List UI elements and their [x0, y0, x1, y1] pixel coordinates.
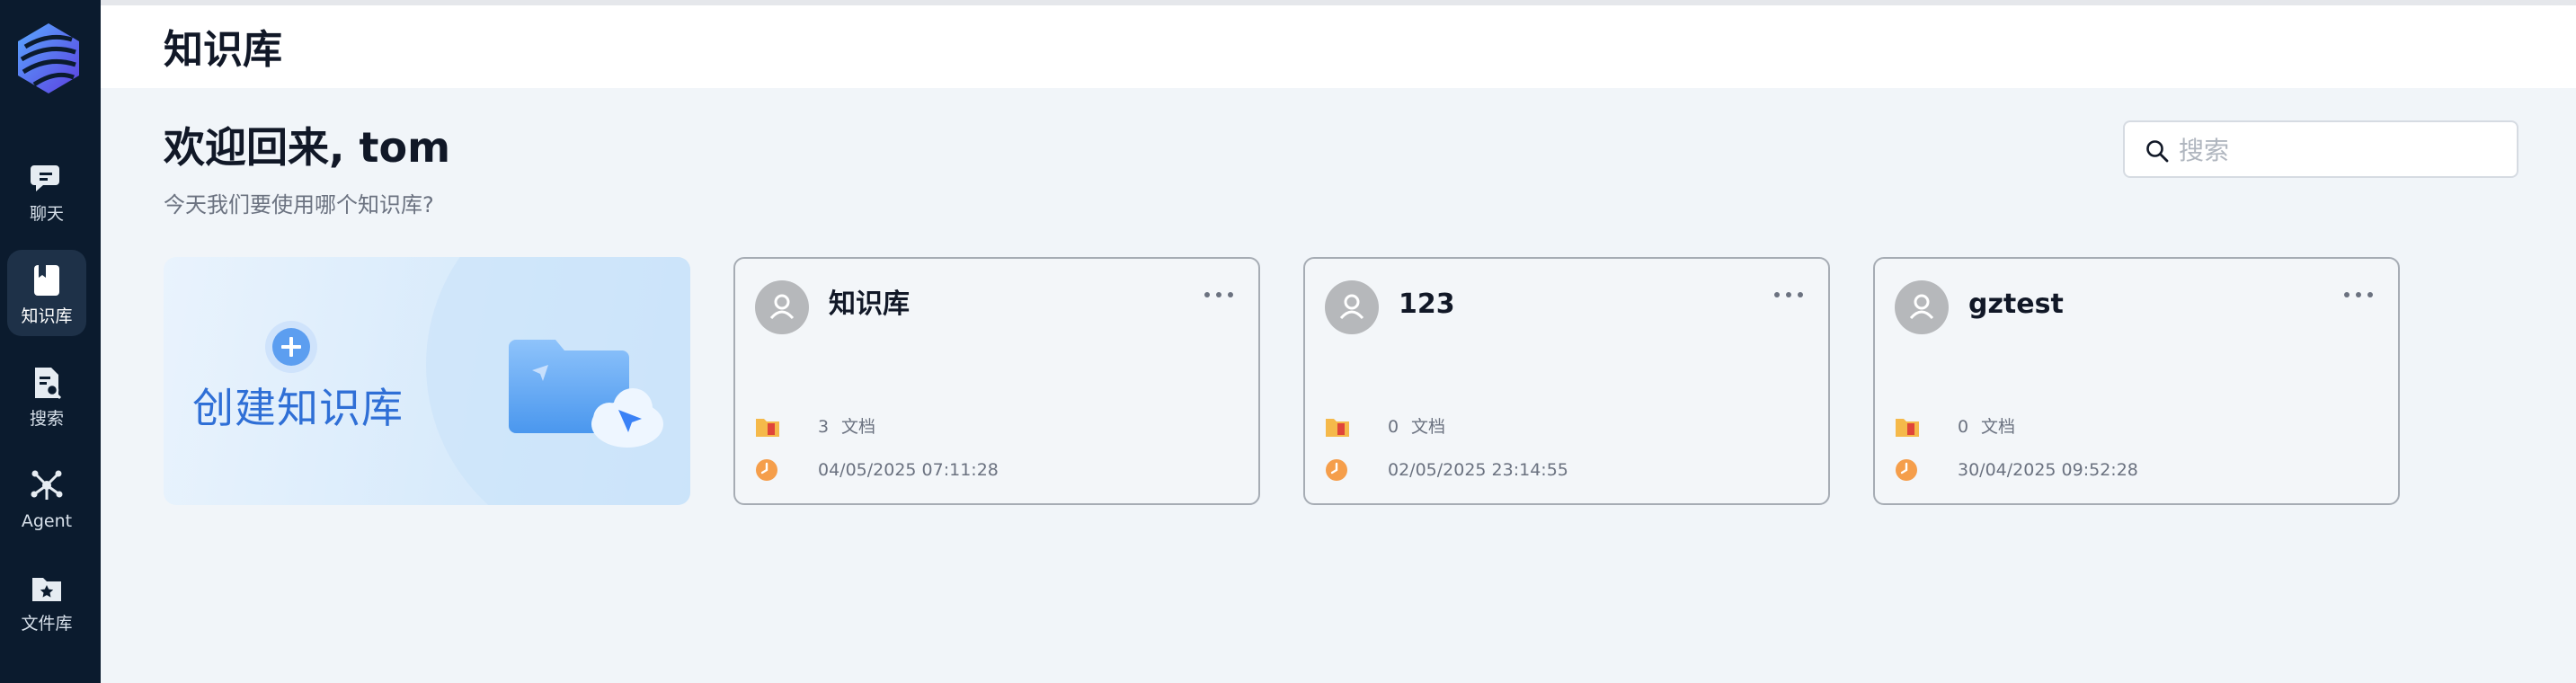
updated-timestamp: 02/05/2025 23:14:55 — [1388, 460, 1568, 480]
page-title: 知识库 — [164, 27, 282, 73]
clock-icon — [1326, 459, 1347, 481]
doc-count: 0 — [1388, 417, 1399, 437]
search-input[interactable] — [2179, 131, 2502, 169]
knowledge-base-name: 知识库 — [829, 288, 910, 320]
folder-upload-icon — [509, 340, 663, 448]
knowledge-base-card[interactable]: gztest 0 文档 30/04/2025 09:52:28 — [1873, 257, 2400, 505]
folder-icon — [1896, 419, 1919, 437]
folder-icon — [756, 419, 779, 437]
search-icon — [2146, 140, 2169, 163]
create-knowledge-base-card[interactable]: 创建知识库 — [164, 257, 690, 505]
more-icon[interactable] — [1772, 289, 1805, 300]
doc-label: 文档 — [841, 417, 876, 437]
welcome-heading: 欢迎回来, tom — [164, 123, 451, 172]
more-icon[interactable] — [1203, 289, 1235, 300]
user-icon — [1339, 294, 1364, 320]
doc-count: 3 — [818, 417, 830, 437]
avatar — [1325, 280, 1379, 334]
search-box[interactable] — [2123, 120, 2518, 178]
welcome-subtitle: 今天我们要使用哪个知识库? — [164, 192, 434, 217]
plus-icon — [265, 321, 317, 373]
chat-icon — [31, 165, 59, 191]
user-icon — [1909, 294, 1934, 320]
knowledge-base-card[interactable]: 123 0 文档 02/05/2025 23:14:55 — [1303, 257, 1830, 505]
clock-icon — [756, 459, 777, 481]
sidebar-item-agent[interactable]: Agent — [7, 455, 86, 541]
sidebar-item-chat[interactable]: 聊天 — [7, 147, 86, 234]
page-header: 知识库 — [101, 5, 2576, 88]
knowledge-base-name: gztest — [1968, 288, 2064, 320]
agent-icon — [31, 470, 63, 500]
doc-label: 文档 — [1411, 417, 1446, 437]
folder-icon — [1326, 419, 1349, 437]
sidebar-item-label: Agent — [21, 511, 73, 531]
avatar — [1895, 280, 1949, 334]
sidebar-item-label: 文件库 — [21, 614, 73, 634]
create-knowledge-base-label: 创建知识库 — [192, 384, 404, 432]
doc-count: 0 — [1958, 417, 1969, 437]
knowledge-base-name: 123 — [1399, 288, 1455, 320]
updated-timestamp: 30/04/2025 09:52:28 — [1958, 460, 2138, 480]
file-library-icon — [32, 578, 61, 601]
sidebar-item-search[interactable]: 搜索 — [7, 352, 86, 439]
updated-timestamp: 04/05/2025 07:11:28 — [818, 460, 999, 480]
clock-icon — [1896, 459, 1917, 481]
app-logo-icon[interactable] — [13, 20, 84, 97]
sidebar-item-label: 搜索 — [29, 409, 64, 429]
knowledge-base-icon — [34, 265, 59, 296]
knowledge-base-card[interactable]: 知识库 3 文档 04/05/2025 07:11:28 — [733, 257, 1260, 505]
search-doc-icon — [35, 368, 62, 400]
sidebar-item-label: 聊天 — [29, 204, 64, 224]
sidebar-item-file-library[interactable]: 文件库 — [7, 557, 86, 643]
avatar — [755, 280, 809, 334]
doc-label: 文档 — [1981, 417, 2016, 437]
sidebar: 聊天 知识库 搜索 Agent 文件库 — [0, 0, 101, 683]
more-icon[interactable] — [2342, 289, 2375, 300]
user-icon — [769, 294, 795, 320]
sidebar-item-label: 知识库 — [21, 306, 73, 326]
sidebar-item-knowledge-base[interactable]: 知识库 — [7, 250, 86, 336]
